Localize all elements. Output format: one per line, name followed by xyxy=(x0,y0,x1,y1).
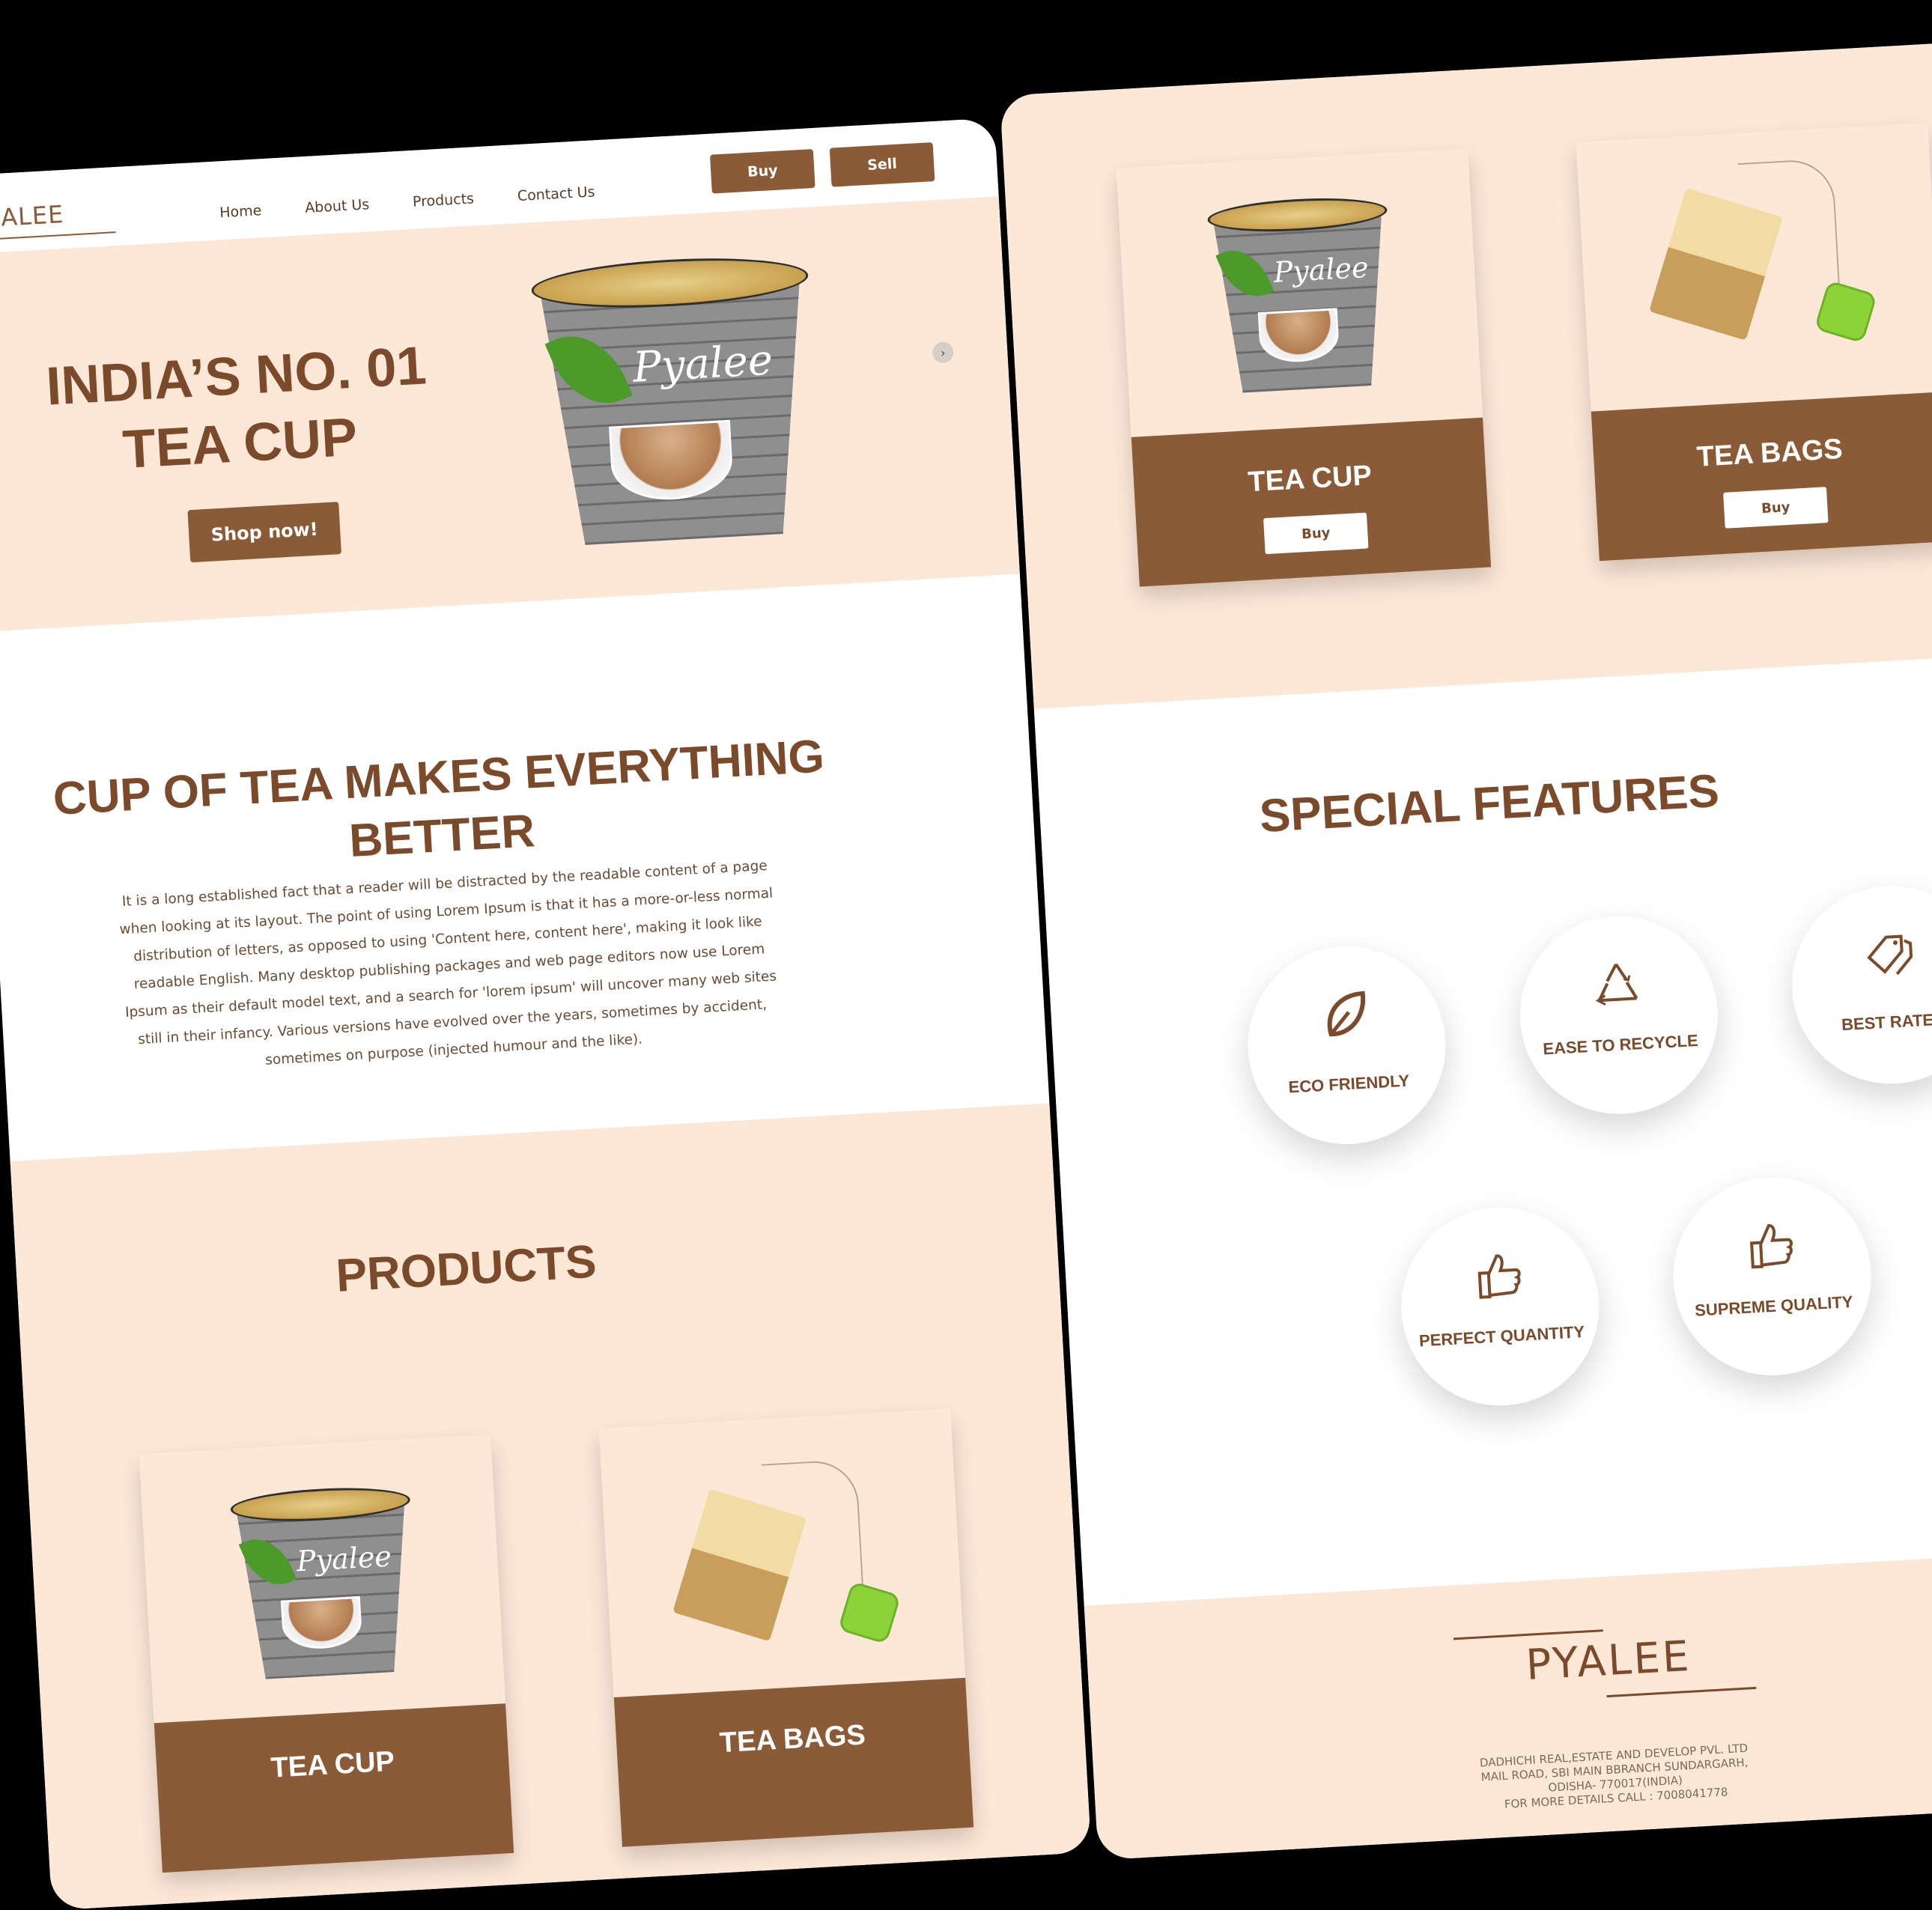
feature-label: PERFECT QUANTITY xyxy=(1418,1322,1585,1351)
cup-brand-text: Pyalee xyxy=(295,1539,392,1578)
tea-cup-image: Pyalee xyxy=(229,1483,420,1688)
nav-link-products[interactable]: Products xyxy=(412,190,474,210)
feature-eco-friendly: ECO FRIENDLY xyxy=(1242,940,1451,1150)
tea-bag-image xyxy=(1649,156,1877,362)
product-card-tea-cup[interactable]: Pyalee TEA CUP Buy xyxy=(1116,148,1492,587)
tea-bags-buy-button[interactable]: Buy xyxy=(1723,487,1829,529)
features-title: SPECIAL FEATURES xyxy=(1258,764,1721,843)
recycle-icon xyxy=(1595,963,1638,1006)
product-image-area xyxy=(598,1408,966,1698)
tea-cup-image: Pyalee xyxy=(1206,194,1397,402)
feature-label: SUPREME QUALITY xyxy=(1694,1292,1854,1320)
product-name: TEA CUP xyxy=(270,1745,395,1784)
products-title: PRODUCTS xyxy=(334,1235,598,1302)
footer-logo-line-bottom xyxy=(1606,1686,1757,1698)
tea-cup-buy-button[interactable]: Buy xyxy=(1263,512,1369,555)
cup-body xyxy=(236,1500,414,1680)
footer-logo[interactable]: PYALEE xyxy=(1087,1608,1932,1714)
product-card-tea-cup[interactable]: Pyalee TEA CUP xyxy=(139,1434,514,1873)
cup-body xyxy=(540,276,814,547)
leaf-icon xyxy=(1327,991,1366,1037)
product-label-area: TEA BAGS Buy xyxy=(1591,392,1932,562)
product-image-area xyxy=(1576,122,1932,412)
tea-bag xyxy=(672,1488,807,1641)
feature-perfect-quantity: PERFECT QUANTITY xyxy=(1396,1202,1605,1411)
product-image-area: Pyalee xyxy=(1116,148,1483,437)
feature-supreme-quality: SUPREME QUALITY xyxy=(1668,1172,1877,1381)
feature-best-rates: BEST RATES xyxy=(1786,881,1932,1089)
cup-brand-text: Pyalee xyxy=(1272,251,1370,290)
product-card-tea-bags[interactable]: TEA BAGS xyxy=(598,1408,974,1847)
product-image-area: Pyalee xyxy=(139,1434,506,1724)
logo-underline xyxy=(0,231,116,240)
product-card-tea-bags[interactable]: TEA BAGS Buy xyxy=(1576,122,1932,562)
hero-title: INDIA’S NO. 01 TEA CUP xyxy=(32,331,443,488)
feature-label: EASE TO RECYCLE xyxy=(1542,1030,1699,1059)
brand-logo[interactable]: ALEE xyxy=(0,200,64,232)
homepage-mockup-left: ALEE Home About Us Products Contact Us B… xyxy=(0,118,1092,1910)
feature-label: BEST RATES xyxy=(1841,1009,1932,1035)
nav-links: Home About Us Products Contact Us xyxy=(219,183,595,221)
product-label-area: TEA BAGS xyxy=(613,1677,974,1847)
product-label-area: TEA CUP xyxy=(154,1703,514,1873)
product-label-area: TEA CUP Buy xyxy=(1131,417,1492,587)
nav-link-contact[interactable]: Contact Us xyxy=(517,183,595,204)
tea-bag-image xyxy=(672,1458,901,1663)
homepage-mockup-right: Pyalee TEA CUP Buy TEA BAGS Buy SPECIAL … xyxy=(1000,37,1932,1861)
feature-ease-to-recycle: EASE TO RECYCLE xyxy=(1514,910,1723,1119)
about-paragraph: It is a long established fact that a rea… xyxy=(119,857,777,1068)
product-name: TEA BAGS xyxy=(1695,433,1844,473)
product-name: TEA CUP xyxy=(1247,460,1373,499)
nav-link-home[interactable]: Home xyxy=(219,202,262,221)
products-continued-section: Pyalee TEA CUP Buy TEA BAGS Buy xyxy=(1000,37,1932,709)
footer-address: DADHICHI REAL,ESTATE AND DEVELOP PVL. LT… xyxy=(1094,1720,1932,1834)
hero-section: INDIA’S NO. 01 TEA CUP Shop now! Pyalee … xyxy=(0,196,1020,633)
product-name: TEA BAGS xyxy=(718,1719,866,1760)
thumbs-up-icon xyxy=(1749,1224,1793,1269)
tea-bag xyxy=(1649,187,1784,341)
buy-button[interactable]: Buy xyxy=(709,148,815,194)
nav-link-about[interactable]: About Us xyxy=(305,196,370,216)
feature-label: ECO FRIENDLY xyxy=(1287,1071,1410,1097)
carousel-next-icon[interactable]: › xyxy=(932,341,954,364)
shop-now-button[interactable]: Shop now! xyxy=(187,502,341,563)
price-tag-icon xyxy=(1867,934,1913,976)
features-section: SPECIAL FEATURES ECO FRIENDLY EASE TO RE… xyxy=(1033,651,1932,1606)
cup-brand-text: Pyalee xyxy=(631,335,774,393)
cup-body xyxy=(1213,210,1391,394)
products-section: PRODUCTS Pyalee TEA CUP TEA BAGS xyxy=(10,1103,1092,1910)
hero-tea-cup-image: Pyalee xyxy=(530,252,823,559)
thumbs-up-icon xyxy=(1477,1254,1521,1299)
sell-button[interactable]: Sell xyxy=(829,142,935,187)
